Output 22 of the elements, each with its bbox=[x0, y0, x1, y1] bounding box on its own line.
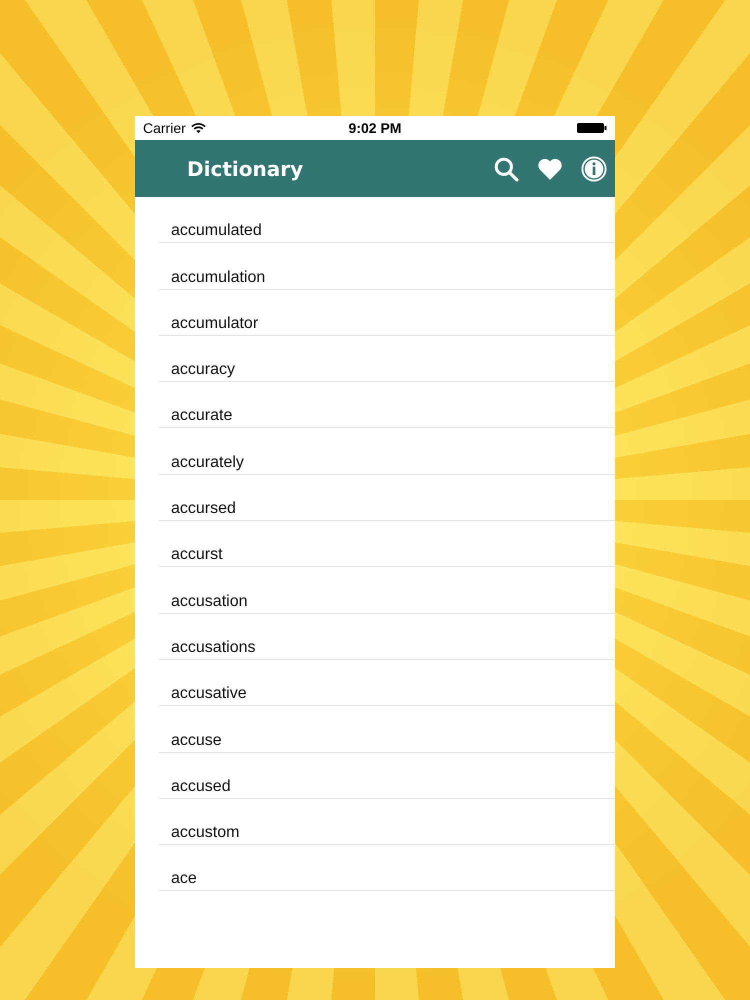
word-item[interactable]: accusation bbox=[171, 592, 248, 612]
wifi-icon bbox=[190, 122, 206, 134]
battery-icon bbox=[577, 122, 607, 134]
word-item[interactable]: accurst bbox=[171, 545, 223, 566]
clock-time: 9:02 PM bbox=[348, 120, 402, 136]
word-item[interactable]: accumulator bbox=[171, 314, 258, 334]
word-item[interactable]: accumulated bbox=[171, 221, 262, 242]
nav-title: Dictionary bbox=[187, 156, 304, 180]
carrier-label: Carrier bbox=[143, 120, 186, 136]
word-item[interactable]: accuse bbox=[171, 730, 222, 751]
info-icon[interactable] bbox=[581, 156, 607, 182]
word-item[interactable]: accuracy bbox=[171, 360, 236, 380]
word-item[interactable]: accursed bbox=[171, 499, 236, 520]
word-item[interactable]: accusative bbox=[171, 684, 247, 704]
word-item[interactable]: ace bbox=[171, 869, 197, 890]
word-item[interactable]: accurate bbox=[171, 406, 232, 426]
word-item[interactable]: accusations bbox=[171, 638, 256, 658]
word-item[interactable]: accurately bbox=[171, 452, 244, 473]
word-item[interactable]: accused bbox=[171, 776, 231, 797]
word-item[interactable]: accustom bbox=[171, 823, 240, 844]
word-item[interactable]: accumulation bbox=[171, 268, 266, 288]
search-icon[interactable] bbox=[493, 156, 519, 182]
